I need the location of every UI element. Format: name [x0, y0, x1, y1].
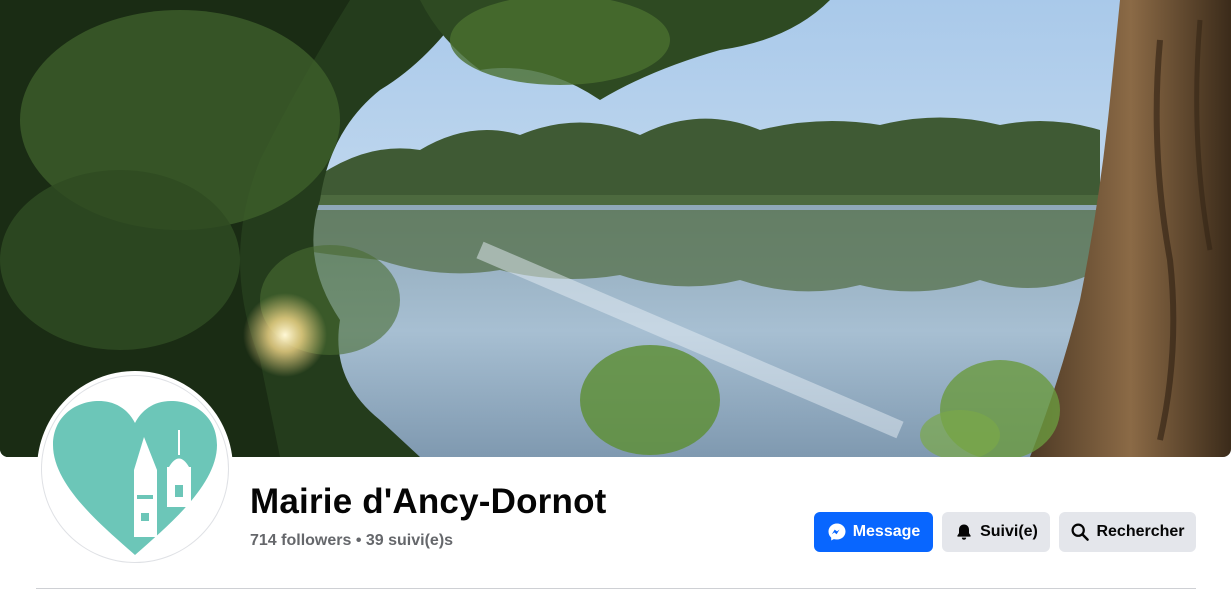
search-button-label: Rechercher — [1096, 523, 1185, 540]
following-count[interactable]: 39 suivi(e)s — [366, 532, 453, 549]
header-divider — [36, 588, 1196, 589]
search-button[interactable]: Rechercher — [1059, 512, 1196, 552]
message-button-label: Message — [852, 523, 921, 540]
followers-count[interactable]: 714 followers — [250, 532, 351, 549]
heart-church-logo — [53, 401, 217, 555]
bell-icon — [954, 522, 974, 542]
profile-picture[interactable] — [37, 371, 233, 567]
stats-separator: • — [355, 532, 362, 549]
follow-button-label: Suivi(e) — [980, 523, 1038, 540]
messenger-icon — [827, 522, 847, 542]
page-stats: 714 followers • 39 suivi(e)s — [250, 532, 453, 550]
page-title: Mairie d'Ancy-Dornot — [250, 482, 607, 521]
avatar — [41, 375, 229, 563]
search-icon — [1070, 522, 1090, 542]
message-button[interactable]: Message — [814, 512, 933, 552]
follow-button[interactable]: Suivi(e) — [942, 512, 1050, 552]
